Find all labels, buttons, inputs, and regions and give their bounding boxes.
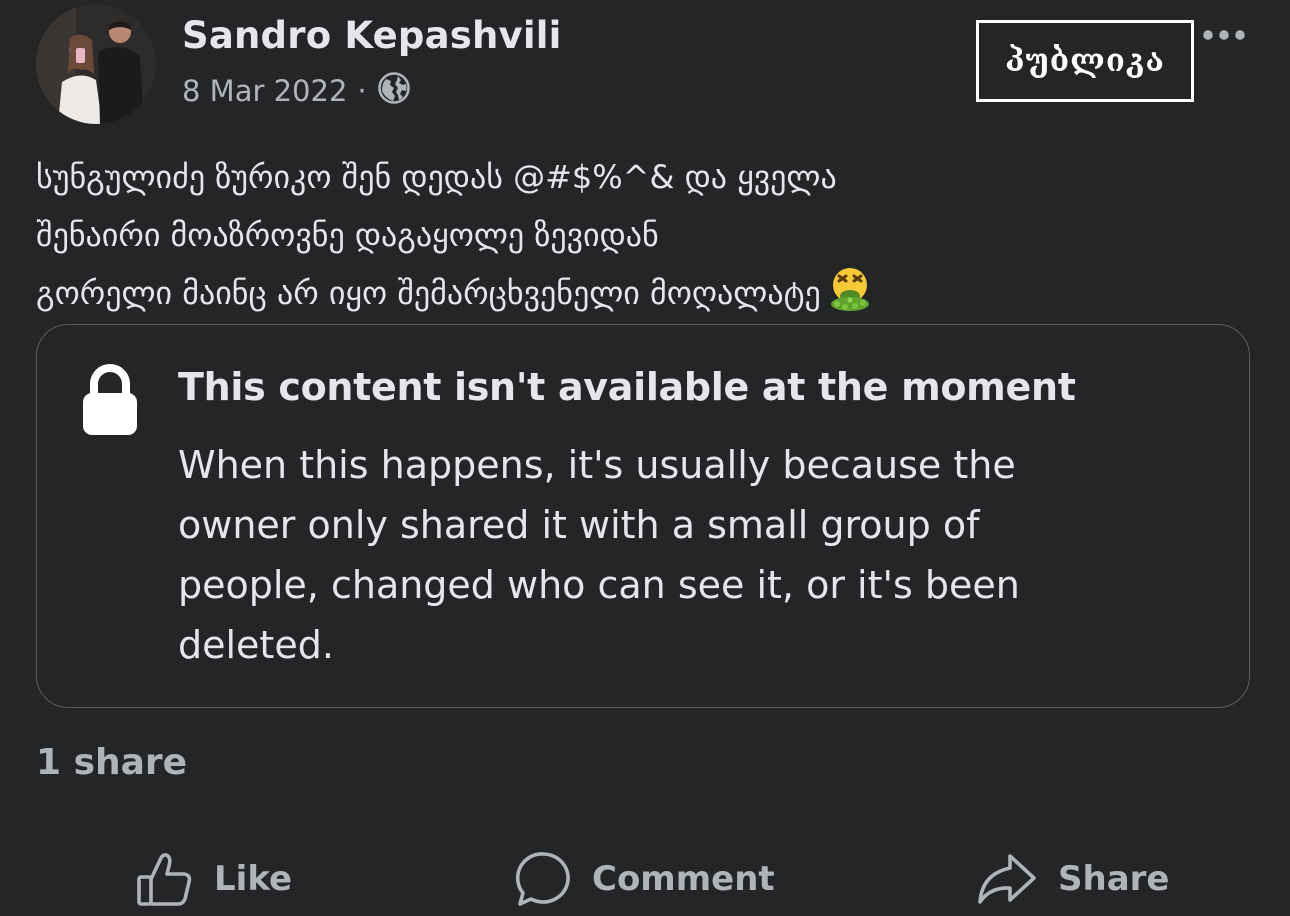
- comment-bubble-icon: [514, 850, 592, 908]
- message-line: people, changed who can see it, or it's …: [178, 563, 1020, 607]
- post-text-line: გორელი მაინც არ იყო შემარცხვენელი მოღალა…: [36, 264, 1256, 322]
- more-options-icon[interactable]: [1200, 27, 1252, 41]
- message-line: When this happens, it's usually because …: [178, 443, 1016, 487]
- author-avatar[interactable]: [36, 4, 156, 124]
- post-date[interactable]: 8 Mar 2022: [182, 74, 347, 108]
- lock-icon: [81, 361, 139, 437]
- thumbs-up-icon: [136, 850, 214, 908]
- post-text-line: შენაირი მოაზროვნე დაგაყოლე ზევიდან: [36, 216, 659, 254]
- like-label: Like: [214, 859, 293, 899]
- post-text: სუნგულიძე ზურიკო შენ დედას @#$%^& და ყვე…: [36, 148, 1256, 322]
- share-arrow-icon: [976, 850, 1058, 908]
- comment-button[interactable]: Comment: [514, 846, 775, 912]
- message-line: owner only shared it with a small group …: [178, 503, 980, 547]
- author-name[interactable]: Sandro Kepashvili: [182, 14, 562, 57]
- unavailable-content-card[interactable]: This content isn't available at the mome…: [36, 324, 1250, 708]
- post-meta: 8 Mar 2022 ·: [182, 68, 411, 114]
- meta-separator: ·: [357, 74, 367, 108]
- share-label: Share: [1058, 859, 1170, 899]
- unavailable-content-message: When this happens, it's usually because …: [178, 435, 1178, 675]
- post-text-line: სუნგულიძე ზურიკო შენ დედას @#$%^& და ყვე…: [36, 158, 837, 196]
- like-button[interactable]: Like: [136, 846, 292, 912]
- vomiting-face-emoji-icon: [825, 264, 875, 314]
- globe-icon: [377, 71, 411, 112]
- publika-stamp: პუბლიკა: [976, 20, 1194, 102]
- share-button[interactable]: Share: [976, 846, 1169, 912]
- unavailable-content-title: This content isn't available at the mome…: [178, 365, 1076, 409]
- share-count[interactable]: 1 share: [36, 742, 187, 783]
- comment-label: Comment: [592, 859, 775, 899]
- message-line: deleted.: [178, 623, 334, 667]
- post-text-line-content: გორელი მაინც არ იყო შემარცხვენელი მოღალა…: [36, 274, 821, 312]
